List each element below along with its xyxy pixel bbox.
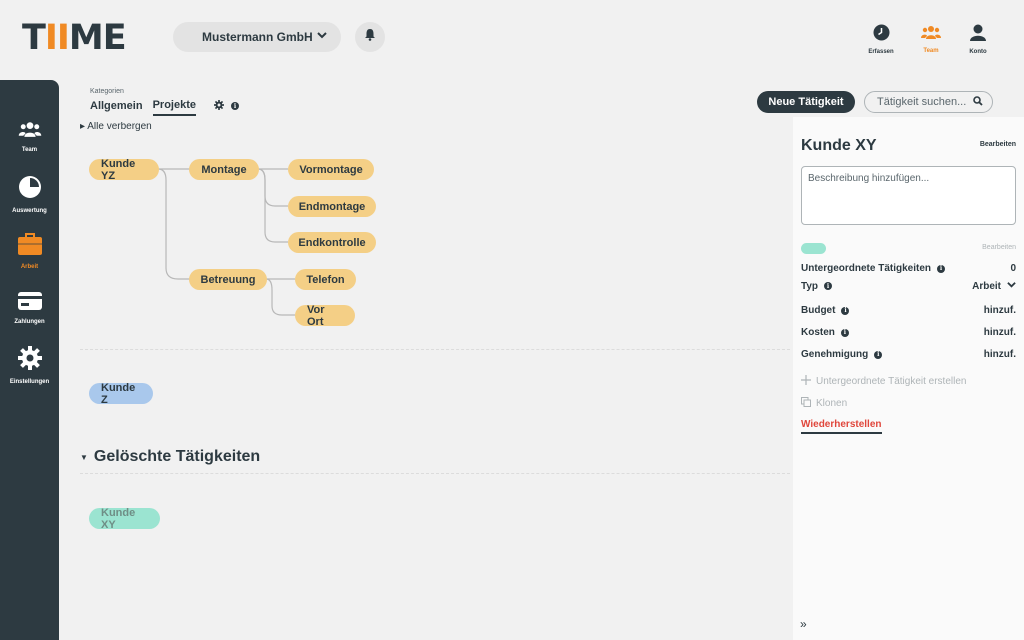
info-icon[interactable]: i <box>840 328 849 337</box>
activity-search-input[interactable]: Tätigkeit suchen... <box>864 91 993 113</box>
logo-text-ii: II <box>44 18 70 58</box>
edit-title-button[interactable]: Bearbeiten <box>980 141 1016 148</box>
info-icon[interactable]: i <box>824 282 833 290</box>
clock-icon <box>873 24 890 46</box>
notifications-button[interactable] <box>355 22 385 52</box>
collapse-panel-button[interactable]: » <box>800 617 807 631</box>
bell-icon <box>364 28 376 46</box>
search-placeholder: Tätigkeit suchen... <box>877 96 967 108</box>
activity-node[interactable]: Kunde Z <box>89 382 153 406</box>
row-label: Untergeordnete Tätigkeiten <box>801 263 932 274</box>
sidebar: Team Auswertung Arbeit Zahlungen Einstel… <box>0 80 59 640</box>
sidebar-label: Einstellungen <box>9 379 50 385</box>
new-activity-button[interactable]: Neue Tätigkeit <box>757 91 855 113</box>
activity-node[interactable]: Montage <box>189 159 259 180</box>
info-icon[interactable]: i <box>231 102 239 110</box>
clone-label: Klonen <box>816 398 848 409</box>
sidebar-label: Zahlungen <box>14 319 45 325</box>
payment-card-icon <box>17 292 42 315</box>
user-icon <box>970 24 986 46</box>
gear-icon[interactable] <box>214 99 224 113</box>
deleted-heading-label: Gelöschte Tätigkeiten <box>93 448 261 465</box>
type-row: Typ i Arbeit <box>801 280 1016 292</box>
activity-detail-panel: Kunde XY Bearbeiten Beschreibung hinzufü… <box>793 117 1024 640</box>
category-title: Kategorien <box>90 88 124 95</box>
info-icon[interactable]: i <box>874 350 883 359</box>
sidebar-item-arbeit[interactable]: Arbeit <box>0 233 59 270</box>
sidebar-item-einstellungen[interactable]: Einstellungen <box>0 346 59 385</box>
budget-row: Budget i hinzuf. <box>801 305 1016 316</box>
add-approval-button[interactable]: hinzuf. <box>984 349 1016 360</box>
restore-button[interactable]: Wiederherstellen <box>801 419 882 434</box>
edit-color-button[interactable]: Bearbeiten <box>982 244 1016 251</box>
row-value: Arbeit <box>972 280 1001 292</box>
tab-projekte[interactable]: Projekte <box>152 99 196 116</box>
sidebar-label: Arbeit <box>20 264 39 270</box>
color-swatch[interactable] <box>801 243 826 254</box>
plus-icon <box>801 375 811 388</box>
row-label: Typ <box>801 280 819 292</box>
logo-text-t: T <box>22 18 46 58</box>
briefcase-icon <box>17 233 42 260</box>
sidebar-item-zahlungen[interactable]: Zahlungen <box>0 292 59 325</box>
hide-all-label: Alle verbergen <box>87 122 152 132</box>
add-cost-button[interactable]: hinzuf. <box>984 327 1016 338</box>
category-tabs: Allgemein Projekte i <box>90 99 239 116</box>
row-label: Budget <box>801 305 836 316</box>
activity-node[interactable]: Vor Ort <box>295 304 355 328</box>
copy-icon <box>801 397 811 410</box>
topnav-label: Erfassen <box>868 49 894 55</box>
create-subactivity-label: Untergeordnete Tätigkeit erstellen <box>816 376 967 387</box>
sidebar-label: Auswertung <box>12 208 47 214</box>
search-icon <box>973 96 983 109</box>
activity-node[interactable]: Telefon <box>295 269 356 290</box>
topnav-label: Team <box>923 48 939 54</box>
activity-node[interactable]: Endmontage <box>288 196 376 217</box>
logo[interactable]: T II ME <box>22 18 127 58</box>
type-select[interactable]: Arbeit <box>972 280 1016 292</box>
subactivities-row: Untergeordnete Tätigkeiten i 0 <box>801 263 1016 274</box>
caret-down-icon: ▼ <box>80 452 88 462</box>
info-icon[interactable]: i <box>841 306 850 315</box>
team-icon <box>921 24 941 45</box>
divider <box>80 349 790 350</box>
sidebar-label: Team <box>21 147 38 153</box>
panel-title: Kunde XY <box>801 137 877 154</box>
team-icon <box>18 120 42 143</box>
deleted-activities-heading[interactable]: ▼ Gelöschte Tätigkeiten <box>80 448 260 466</box>
topnav-konto[interactable]: Konto <box>958 24 998 55</box>
chevron-down-icon <box>1007 280 1016 292</box>
topnav-erfassen[interactable]: Erfassen <box>861 24 901 55</box>
description-field[interactable]: Beschreibung hinzufügen... <box>801 166 1016 225</box>
sidebar-item-auswertung[interactable]: Auswertung <box>0 175 59 214</box>
top-bar: T II ME Mustermann GmbH Erfassen Team Kont… <box>0 0 1024 80</box>
activity-node[interactable]: Vormontage <box>288 159 374 180</box>
company-name: Mustermann GmbH <box>202 30 313 44</box>
deleted-activity-node[interactable]: Kunde XY <box>89 507 160 531</box>
pie-chart-icon <box>18 175 42 204</box>
activity-node[interactable]: Betreuung <box>189 269 267 290</box>
company-select[interactable]: Mustermann GmbH <box>173 22 341 52</box>
row-label: Kosten <box>801 327 835 338</box>
gear-icon <box>17 346 42 375</box>
activity-node[interactable]: Endkontrolle <box>288 232 376 253</box>
hide-all-toggle[interactable]: ▸ Alle verbergen <box>80 122 152 132</box>
logo-text-me: ME <box>68 18 127 58</box>
create-subactivity-button[interactable]: Untergeordnete Tätigkeit erstellen <box>801 375 966 388</box>
info-icon[interactable]: i <box>937 264 946 273</box>
divider <box>80 473 790 474</box>
chevron-down-icon <box>317 29 327 43</box>
row-label: Genehmigung <box>801 349 869 360</box>
tab-allgemein[interactable]: Allgemein <box>90 100 143 115</box>
activity-node[interactable]: Kunde YZ <box>89 158 159 182</box>
topnav-label: Konto <box>969 49 987 55</box>
row-value: 0 <box>1010 263 1016 274</box>
sidebar-item-team[interactable]: Team <box>0 120 59 153</box>
topnav-team[interactable]: Team <box>911 24 951 54</box>
category-header: Kategorien Allgemein Projekte i <box>90 88 239 116</box>
approval-row: Genehmigung i hinzuf. <box>801 349 1016 360</box>
add-budget-button[interactable]: hinzuf. <box>984 305 1016 316</box>
clone-button[interactable]: Klonen <box>801 397 847 410</box>
cost-row: Kosten i hinzuf. <box>801 327 1016 338</box>
